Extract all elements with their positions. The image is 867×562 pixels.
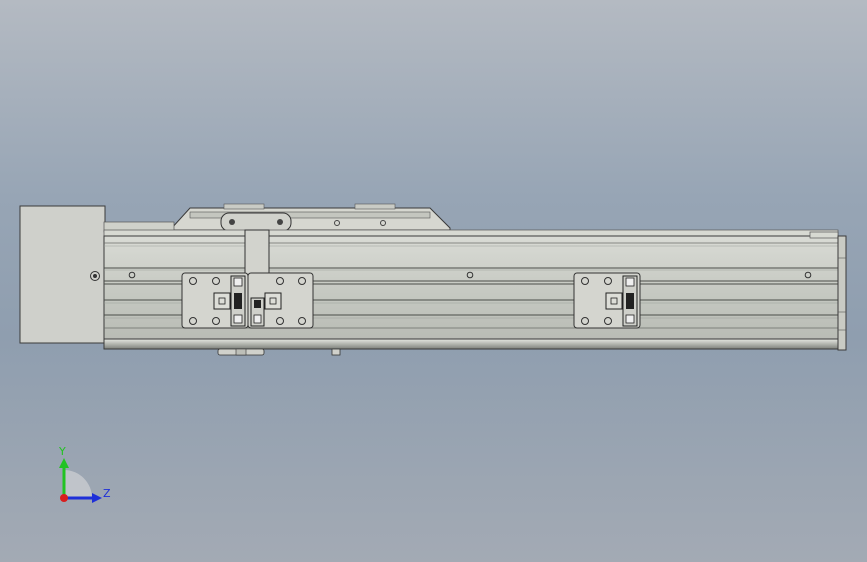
triad-plane-icon	[64, 470, 92, 498]
cad-viewport[interactable]: Y Z	[0, 0, 867, 562]
z-arrowhead-icon	[92, 493, 102, 503]
orientation-triad[interactable]: Y Z	[58, 445, 111, 503]
carriage-top-plate[interactable]	[168, 203, 451, 232]
y-arrowhead-icon	[59, 458, 69, 468]
bolt-icon	[277, 219, 283, 225]
sensor-mount-3[interactable]	[573, 272, 641, 329]
rail-base-strip	[103, 338, 839, 350]
motor-housing[interactable]	[19, 205, 106, 344]
sensor-mount-2[interactable]	[247, 272, 314, 329]
bolt-icon	[229, 219, 235, 225]
y-axis-label: Y	[58, 445, 66, 458]
origin-icon	[60, 494, 68, 502]
sensor-mount-1[interactable]	[181, 272, 249, 329]
model-drawing[interactable]: Y Z	[0, 0, 867, 562]
motor-screw-center-icon	[93, 274, 97, 278]
bottom-connector[interactable]	[217, 348, 341, 356]
z-axis-label: Z	[103, 487, 111, 500]
